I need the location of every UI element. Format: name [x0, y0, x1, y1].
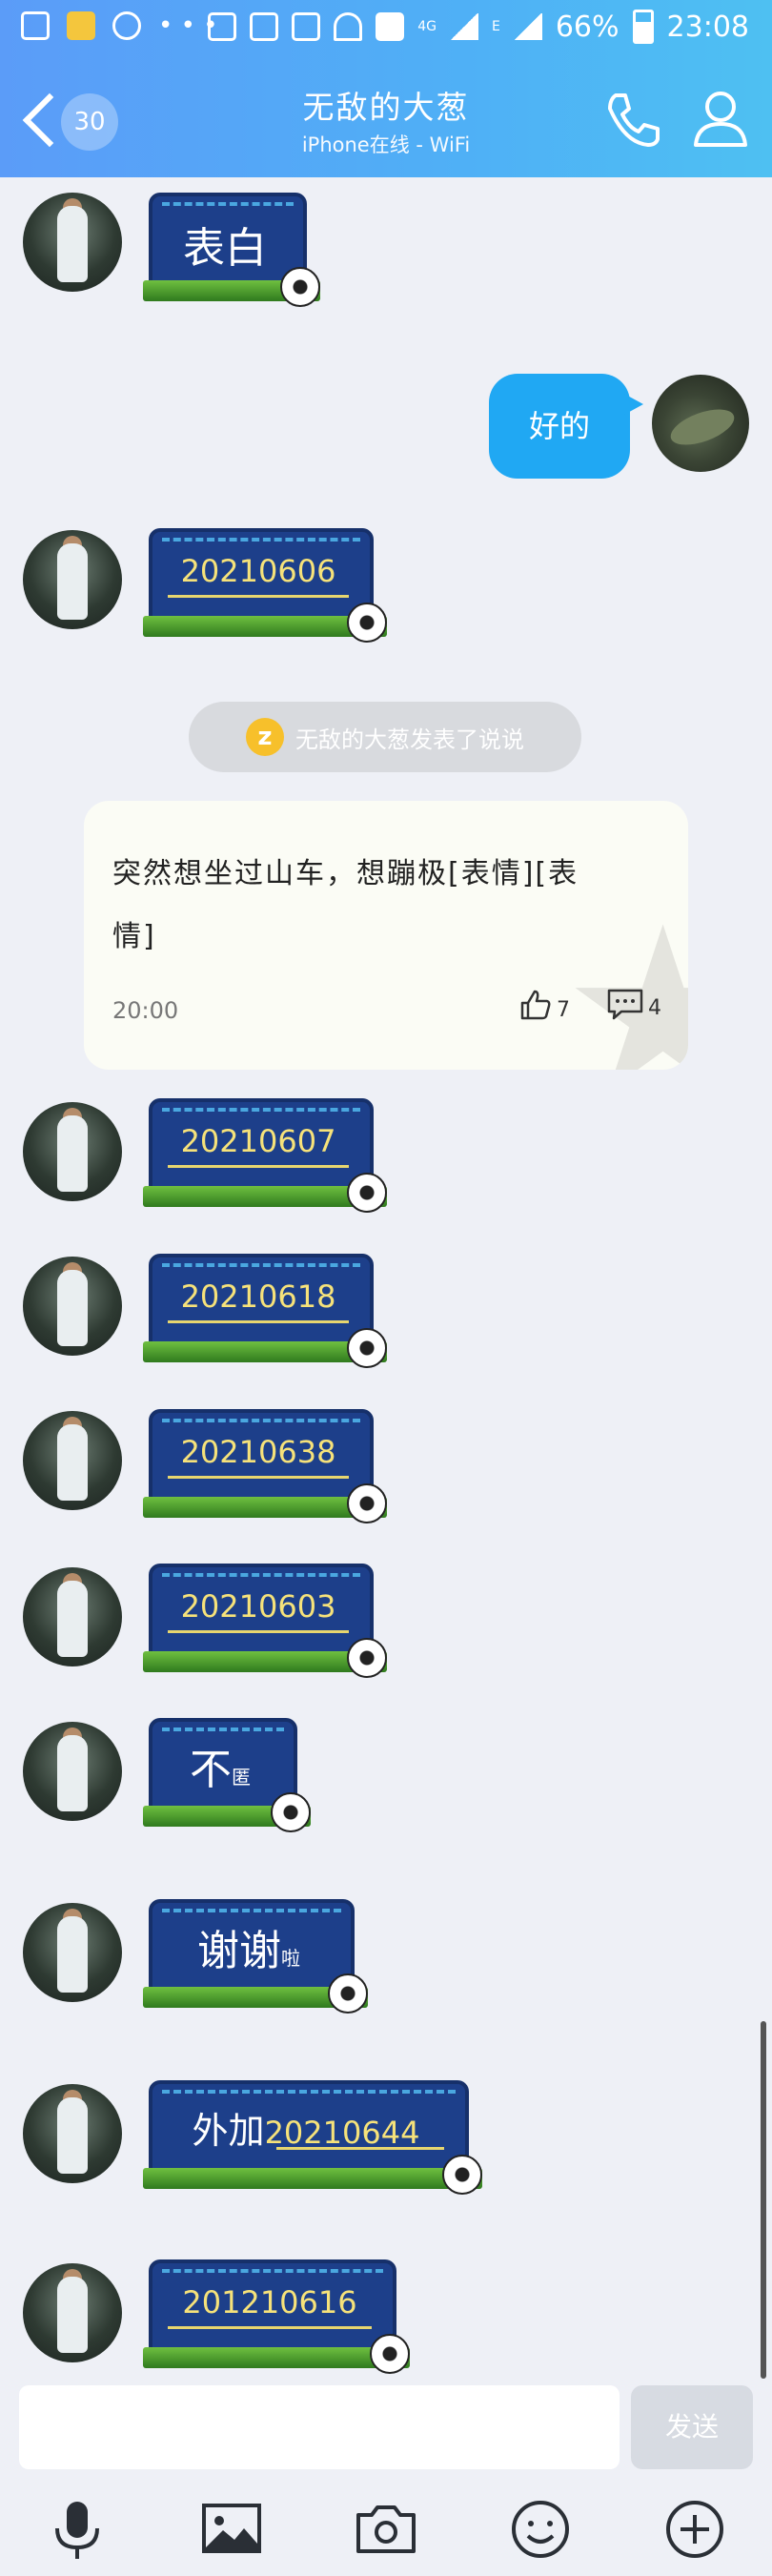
- sticker-message[interactable]: 不匿: [143, 1718, 311, 1832]
- status-right: 4G E 66% 23:08: [208, 10, 749, 44]
- network-4g: 4G: [417, 19, 437, 34]
- like-button[interactable]: 7: [518, 988, 570, 1022]
- sticker-text: 20210607: [180, 1123, 336, 1159]
- sticker-text: 20210603: [180, 1588, 336, 1625]
- clock: 23:08: [666, 10, 749, 44]
- network-e: E: [491, 19, 500, 34]
- sticker-text: 20210618: [180, 1278, 336, 1315]
- avatar[interactable]: [23, 193, 122, 292]
- sticker-text: 不: [190, 1746, 232, 1794]
- sim-icon: [376, 12, 405, 41]
- sticker-message[interactable]: 20210606: [143, 528, 387, 643]
- comment-count: 4: [648, 996, 661, 1020]
- sticker-text: 谢谢: [197, 1927, 281, 1975]
- my-message-bubble[interactable]: 好的: [489, 374, 643, 479]
- sticker-message[interactable]: 20210603: [143, 1564, 387, 1678]
- image-icon[interactable]: [198, 2496, 265, 2563]
- header: • • • 4G E 66% 23:08 30 无敌的大葱 iPhone在线 -…: [0, 0, 772, 177]
- qzone-icon: z: [246, 718, 284, 756]
- sticker-text-group: 谢谢啦: [143, 1916, 355, 1977]
- soccer-ball-icon: [280, 267, 320, 307]
- thumbs-up-icon: [520, 990, 551, 1020]
- wifi-icon: [334, 12, 363, 41]
- avatar[interactable]: [23, 1722, 122, 1821]
- avatar[interactable]: [23, 2263, 122, 2362]
- gallery-icon: [21, 11, 50, 40]
- plus-icon[interactable]: [661, 2496, 728, 2563]
- avatar[interactable]: [23, 1411, 122, 1510]
- soccer-ball-icon: [347, 1173, 387, 1213]
- battery-percent: 66%: [555, 10, 620, 44]
- sticker-text: 20210606: [180, 553, 336, 589]
- sync-icon: [112, 11, 141, 40]
- user-profile-icon[interactable]: [688, 86, 753, 154]
- post-time: 20:00: [112, 997, 179, 1024]
- recycle-icon: [208, 12, 237, 41]
- sticker-text-group: 外加20210644: [143, 2101, 469, 2154]
- send-button[interactable]: 发送: [631, 2385, 753, 2469]
- soccer-ball-icon: [347, 603, 387, 643]
- mic-icon[interactable]: [44, 2496, 111, 2563]
- scrollbar[interactable]: [761, 2021, 766, 2379]
- soccer-ball-icon: [347, 1483, 387, 1523]
- sticker-small-text: 匿: [232, 1766, 251, 1789]
- sticker-message[interactable]: 20210607: [143, 1098, 387, 1213]
- system-notice-text: 无敌的大葱发表了说说: [295, 726, 524, 753]
- star-icon: [67, 11, 95, 40]
- sticker-message[interactable]: 20210618: [143, 1254, 387, 1368]
- like-count: 7: [557, 998, 570, 1022]
- phone-icon[interactable]: [602, 90, 663, 154]
- sticker-message[interactable]: 外加20210644: [143, 2080, 482, 2195]
- status-bar: • • • 4G E 66% 23:08: [0, 0, 772, 61]
- sticker-small-text: 啦: [281, 1947, 300, 1970]
- soccer-ball-icon: [271, 1792, 311, 1832]
- sticker-message[interactable]: 表白: [143, 193, 320, 307]
- sticker-text-group: 不匿: [143, 1735, 297, 1796]
- sticker-text: 201210616: [182, 2284, 357, 2320]
- my-avatar[interactable]: [652, 375, 749, 472]
- system-notice[interactable]: z 无敌的大葱发表了说说: [189, 702, 581, 772]
- sticker-text: 20210638: [180, 1434, 336, 1470]
- avatar[interactable]: [23, 1102, 122, 1201]
- signal-icon-2: [513, 13, 542, 40]
- sticker-text: 表白: [183, 224, 267, 273]
- avatar[interactable]: [23, 1567, 122, 1666]
- sticker-message[interactable]: 20210638: [143, 1409, 387, 1523]
- avatar[interactable]: [23, 1903, 122, 2002]
- avatar[interactable]: [23, 1257, 122, 1356]
- avatar[interactable]: [23, 530, 122, 629]
- soccer-ball-icon: [442, 2155, 482, 2195]
- comment-button[interactable]: 4: [606, 988, 661, 1020]
- status-post-card[interactable]: ★ 突然想坐过山车，想蹦极[表情][表情] 20:00 7 4: [84, 801, 688, 1070]
- soccer-ball-icon: [347, 1328, 387, 1368]
- sticker-message[interactable]: 谢谢啦: [143, 1899, 368, 2014]
- sticker-message[interactable]: 201210616: [143, 2259, 410, 2374]
- emoji-icon[interactable]: [507, 2496, 574, 2563]
- sticker-prefix: 外加: [192, 2110, 265, 2152]
- nfc-icon: [250, 12, 279, 41]
- post-text: 突然想坐过山车，想蹦极[表情][表情]: [112, 857, 579, 953]
- avatar[interactable]: [23, 2084, 122, 2183]
- mute-icon: [292, 12, 321, 41]
- soccer-ball-icon: [328, 1973, 368, 2014]
- input-bar: 发送: [0, 2368, 772, 2471]
- sticker-text: 20210644: [264, 2115, 420, 2151]
- bottom-toolbar: [0, 2479, 772, 2576]
- battery-icon: [632, 10, 654, 44]
- message-input[interactable]: [19, 2385, 620, 2469]
- nav-bar: 30 无敌的大葱 iPhone在线 - WiFi: [0, 67, 772, 177]
- soccer-ball-icon: [347, 1638, 387, 1678]
- comment-icon: [607, 989, 643, 1020]
- signal-icon: [449, 13, 478, 40]
- camera-icon[interactable]: [353, 2496, 419, 2563]
- status-left-icons: • • •: [21, 11, 218, 40]
